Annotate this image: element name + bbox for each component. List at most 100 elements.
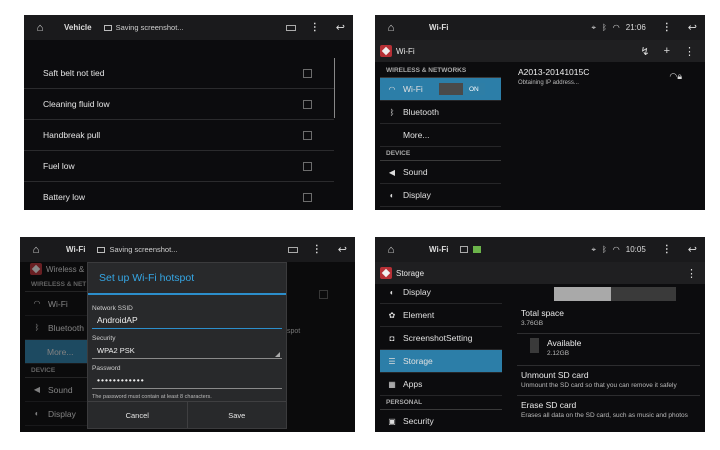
overflow-menu-icon[interactable]: ⋮ bbox=[662, 244, 672, 255]
list-item[interactable]: Cleaning fluid low bbox=[24, 89, 334, 120]
clock: 10:05 bbox=[625, 245, 646, 254]
scrollbar[interactable] bbox=[334, 58, 335, 118]
sidebar-item-label: Display bbox=[403, 190, 431, 200]
overflow-menu-icon[interactable]: ⋮ bbox=[684, 45, 695, 58]
item-label: Battery low bbox=[43, 192, 86, 202]
sidebar-item-element[interactable]: ✿ Element bbox=[380, 304, 502, 327]
dialog-title: Set up Wi-Fi hotspot bbox=[88, 263, 286, 295]
section-header: PERSONAL bbox=[380, 396, 502, 410]
status-title: Wi-Fi bbox=[66, 245, 86, 254]
list-item[interactable]: Saft belt not tied bbox=[24, 58, 334, 89]
location-icon: ⌖ bbox=[591, 244, 596, 254]
sidebar-item-security[interactable]: ▣ Security bbox=[380, 410, 502, 432]
erase-sd-row[interactable]: Erase SD card Erases all data on the SD … bbox=[517, 400, 700, 419]
storage-used-fill bbox=[554, 287, 612, 301]
checkbox[interactable] bbox=[303, 193, 312, 202]
background-text: spot bbox=[287, 328, 301, 335]
sidebar-item-display[interactable]: ◐ Display bbox=[380, 184, 501, 207]
save-button[interactable]: Save bbox=[188, 402, 287, 428]
total-space-value: 3.76GB bbox=[521, 320, 544, 327]
section-header: WIRELESS & NETWORKS bbox=[380, 64, 501, 78]
available-value: 2.12GB bbox=[547, 350, 570, 357]
status-title: Wi-Fi bbox=[429, 245, 449, 254]
home-icon[interactable]: ⌂ bbox=[32, 22, 48, 34]
security-select[interactable]: WPA2 PSK bbox=[92, 342, 282, 359]
unmount-title: Unmount SD card bbox=[521, 370, 589, 380]
hotspot-dialog: Set up Wi-Fi hotspot Network SSID Androi… bbox=[87, 262, 287, 429]
clock: 21:06 bbox=[625, 23, 646, 32]
unmount-desc: Unmount the SD card so that you can remo… bbox=[521, 382, 677, 389]
display-icon: ◐ bbox=[34, 409, 40, 418]
sidebar-item-apps[interactable]: ▦ Apps bbox=[380, 373, 502, 396]
back-icon[interactable]: ↩ bbox=[688, 21, 697, 34]
status-title: Vehicle bbox=[64, 23, 92, 32]
item-label: Fuel low bbox=[43, 161, 75, 171]
home-icon[interactable]: ⌂ bbox=[383, 22, 399, 34]
keyboard-icon bbox=[287, 246, 298, 253]
sidebar-item-label: Display bbox=[48, 408, 76, 419]
checkbox[interactable] bbox=[303, 99, 312, 109]
display-icon: ◐ bbox=[389, 190, 395, 200]
sidebar-item-wifi[interactable]: ◠ Wi-Fi ON bbox=[380, 78, 501, 101]
sound-icon: ◀ bbox=[388, 167, 396, 177]
wifi-settings-screen: ⌂ Wi-Fi ⌖ ᛒ ◠ 21:06 ⋮ ↩ Wi-Fi ↯ + ⋮ WIRE… bbox=[375, 15, 705, 210]
background-title: Wireless & n bbox=[46, 264, 91, 274]
wifi-toggle[interactable]: ON bbox=[438, 83, 485, 95]
status-bar: ⌂ Wi-Fi ⌖ ᛒ ◠ 21:06 ⋮ ↩ bbox=[375, 15, 705, 40]
list-item[interactable]: Battery low bbox=[24, 182, 334, 202]
notification-text: Saving screenshot... bbox=[109, 245, 178, 254]
settings-app-icon bbox=[30, 263, 42, 275]
available-row: Available 2.12GB bbox=[517, 338, 700, 357]
item-label: Handbreak pull bbox=[43, 130, 101, 140]
security-label: Security bbox=[92, 335, 116, 342]
toggle-label: ON bbox=[462, 83, 485, 95]
available-label: Available bbox=[547, 338, 582, 348]
checkbox[interactable] bbox=[303, 68, 312, 78]
sidebar-item-bluetooth[interactable]: ᛒ Bluetooth bbox=[380, 101, 501, 124]
camera-icon: ◘ bbox=[389, 333, 395, 343]
sidebar-item-sound[interactable]: ◀ Sound bbox=[380, 161, 501, 184]
bluetooth-icon: ᛒ bbox=[601, 245, 607, 254]
apps-icon: ▦ bbox=[388, 379, 396, 389]
unmount-sd-row[interactable]: Unmount SD card Unmount the SD card so t… bbox=[517, 370, 700, 389]
bluetooth-icon: ᛒ bbox=[389, 107, 395, 117]
sound-icon: ◀ bbox=[33, 385, 41, 394]
lock-icon: ▣ bbox=[388, 416, 396, 426]
checkbox[interactable] bbox=[303, 161, 312, 171]
sidebar-item-storage[interactable]: ☰ Storage bbox=[380, 350, 502, 373]
sidebar-item-label: Bluetooth bbox=[403, 107, 439, 117]
overflow-menu-icon[interactable]: ⋮ bbox=[312, 244, 322, 255]
home-icon[interactable]: ⌂ bbox=[28, 244, 44, 256]
status-bar: ⌂ Vehicle Saving screenshot... ⋮ ↩ bbox=[24, 15, 353, 40]
sidebar-item-more[interactable]: More... bbox=[380, 124, 501, 147]
warning-list: Saft belt not tied Cleaning fluid low Ha… bbox=[24, 58, 334, 202]
password-input[interactable]: •••••••••••• bbox=[92, 372, 282, 389]
wifi-hotspot-dialog-screen: ⌂ Wi-Fi Saving screenshot... ⋮ ↩ Wireles… bbox=[20, 237, 355, 432]
password-label: Password bbox=[92, 365, 121, 372]
sidebar-item-screenshot-setting[interactable]: ◘ ScreenshotSetting bbox=[380, 327, 502, 350]
overflow-menu-icon[interactable]: ⋮ bbox=[686, 267, 697, 280]
overflow-menu-icon[interactable]: ⋮ bbox=[662, 22, 672, 33]
total-space-label: Total space bbox=[521, 308, 564, 318]
cancel-button[interactable]: Cancel bbox=[88, 402, 188, 428]
security-value: WPA2 PSK bbox=[97, 345, 135, 355]
checkbox[interactable] bbox=[303, 130, 312, 140]
ssid-input[interactable]: AndroidAP bbox=[92, 312, 282, 329]
list-item[interactable]: Handbreak pull bbox=[24, 120, 334, 151]
list-item[interactable]: Fuel low bbox=[24, 151, 334, 182]
dialog-buttons: Cancel Save bbox=[88, 401, 286, 428]
element-icon: ✿ bbox=[388, 310, 396, 320]
sidebar-item-display[interactable]: ◐ Display bbox=[380, 281, 502, 304]
bluetooth-icon: ᛒ bbox=[34, 323, 40, 332]
home-icon[interactable]: ⌂ bbox=[383, 244, 399, 256]
back-icon[interactable]: ↩ bbox=[336, 21, 345, 34]
sidebar-item-label: Apps bbox=[403, 379, 423, 389]
wps-icon[interactable]: ↯ bbox=[640, 45, 649, 58]
add-network-icon[interactable]: + bbox=[664, 45, 670, 57]
back-icon[interactable]: ↩ bbox=[688, 243, 697, 256]
settings-sidebar: WIRELESS & NETWORKS ◠ Wi-Fi ON ᛒ Bluetoot… bbox=[380, 64, 501, 207]
overflow-menu-icon[interactable]: ⋮ bbox=[310, 22, 320, 33]
keyboard-icon bbox=[285, 24, 296, 31]
back-icon[interactable]: ↩ bbox=[338, 243, 347, 256]
location-icon: ⌖ bbox=[591, 22, 596, 32]
